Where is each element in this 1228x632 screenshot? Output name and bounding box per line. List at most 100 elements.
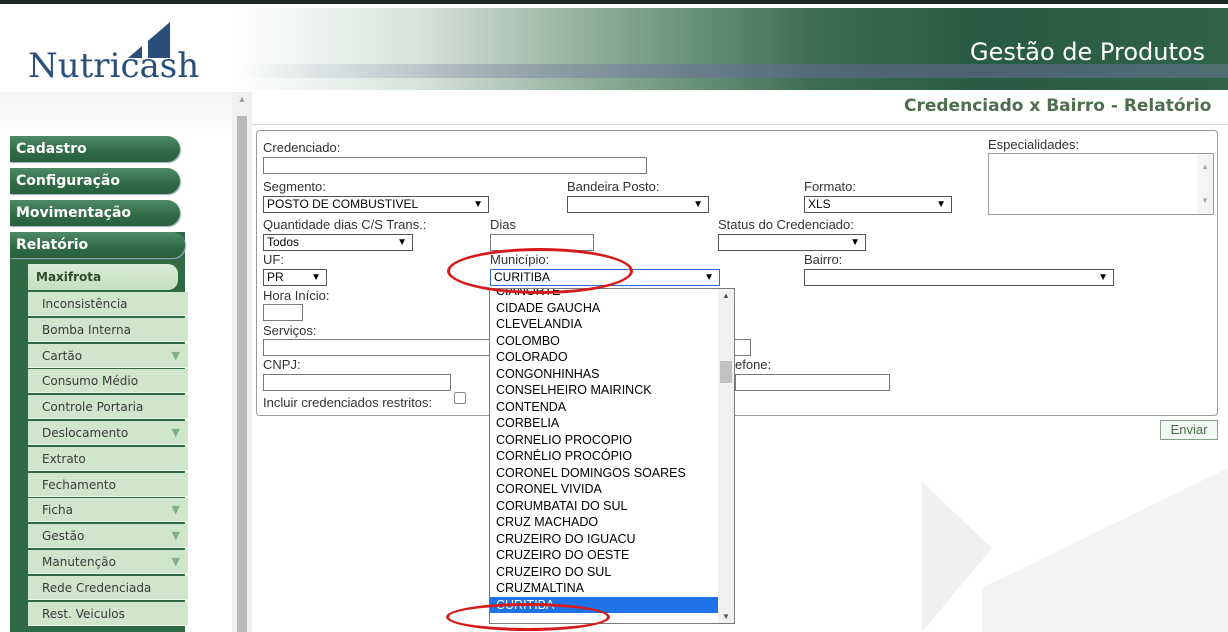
hora-inicio-label: Hora Início: xyxy=(263,288,330,303)
uf-select[interactable]: PR ▼ xyxy=(263,269,327,286)
expand-arrow-icon: ▼ xyxy=(171,348,180,362)
incluir-restritos-checkbox[interactable] xyxy=(454,392,466,404)
dropdown-option[interactable]: CRUZ MACHADO xyxy=(490,514,719,531)
submenu-items: Inconsistência Bomba Interna Cartão ▼ Con… xyxy=(28,292,188,627)
menu-movimentacao[interactable]: Movimentação xyxy=(10,200,180,226)
submenu-maxifrota[interactable]: Maxifrota xyxy=(28,264,178,290)
dropdown-option[interactable]: CORNELIO PROCOPIO xyxy=(490,432,719,449)
chevron-down-icon: ▼ xyxy=(473,199,483,210)
scroll-down-arrow-icon[interactable]: ▼ xyxy=(722,612,730,621)
scrollbar-thumb[interactable] xyxy=(237,116,247,632)
bairro-select[interactable]: ▼ xyxy=(804,269,1114,286)
chevron-down-icon: ▼ xyxy=(397,237,407,248)
dropdown-option[interactable]: CORNÉLIO PROCÓPIO xyxy=(490,448,719,465)
sidebar-item-bomba-interna[interactable]: Bomba Interna xyxy=(28,317,188,342)
dropdown-option[interactable]: CONSELHEIRO MAIRINCK xyxy=(490,382,719,399)
expand-arrow-icon: ▼ xyxy=(171,529,180,543)
hora-inicio-input[interactable] xyxy=(263,304,303,321)
formato-selected-value: XLS xyxy=(808,197,831,211)
municipio-dropdown-list[interactable]: CIANORTE CIDADE GAUCHA CLEVELANDIA COLOMBO C… xyxy=(489,288,735,624)
segmento-selected-value: POSTO DE COMBUSTIVEL xyxy=(267,197,419,211)
dropdown-option[interactable]: CRUZEIRO DO IGUACU xyxy=(490,531,719,548)
status-credenciado-label: Status do Credenciado: xyxy=(718,217,854,232)
scroll-down-arrow-icon[interactable]: ▼ xyxy=(1201,196,1209,205)
segmento-select[interactable]: POSTO DE COMBUSTIVEL ▼ xyxy=(263,196,489,213)
sidebar-item-rest-veiculos[interactable]: Rest. Veiculos xyxy=(28,601,188,626)
dropdown-option[interactable]: CORONEL DOMINGOS SOARES xyxy=(490,465,719,482)
sidebar-item-fechamento[interactable]: Fechamento xyxy=(28,472,188,497)
sidebar-item-label: Inconsistência xyxy=(42,297,128,311)
chevron-down-icon: ▼ xyxy=(693,199,703,210)
formato-label: Formato: xyxy=(804,179,857,194)
credenciado-label: Credenciado: xyxy=(263,140,341,155)
menu-cadastro[interactable]: Cadastro xyxy=(10,136,180,162)
page-title: Credenciado x Bairro - Relatório xyxy=(904,96,1212,116)
dropdown-option[interactable]: CORUMBATAI DO SUL xyxy=(490,498,719,515)
sidebar-item-label: Consumo Médio xyxy=(42,374,139,389)
status-credenciado-select[interactable]: ▼ xyxy=(718,234,866,251)
sidebar-item-manutencao[interactable]: Manutenção ▼ xyxy=(28,549,188,574)
dropdown-option[interactable]: CLEVELANDIA xyxy=(490,316,719,333)
especialidades-listbox[interactable]: ▲ ▼ xyxy=(988,153,1214,215)
banner-title: Gestão de Produtos xyxy=(970,38,1206,66)
dropdown-option[interactable]: CIDADE GAUCHA xyxy=(490,300,719,317)
dropdown-option[interactable]: CRUZEIRO DO OESTE xyxy=(490,547,719,564)
dropdown-option[interactable]: COLOMBO xyxy=(490,333,719,350)
sidebar-item-label: Gestão xyxy=(42,529,85,544)
cnpj-input[interactable] xyxy=(263,374,451,391)
dropdown-scrollbar[interactable]: ▲ ▼ xyxy=(718,289,734,623)
menu-relatorio[interactable]: Relatório xyxy=(10,232,185,258)
servicos-label: Serviços: xyxy=(263,323,317,338)
top-border xyxy=(0,0,1228,4)
dias-label: Dias xyxy=(490,217,517,232)
scroll-up-arrow-icon[interactable]: ▲ xyxy=(232,94,252,110)
sidebar-item-label: Rede Credenciada xyxy=(42,580,152,595)
uf-selected-value: PR xyxy=(267,270,284,284)
sidebar-item-label: Bomba Interna xyxy=(42,322,131,337)
chevron-down-icon: ▼ xyxy=(936,199,946,210)
dropdown-scroll-thumb[interactable] xyxy=(720,361,732,383)
uf-label: UF: xyxy=(263,252,284,267)
sidebar-item-inconsistencia[interactable]: Inconsistência xyxy=(28,292,188,316)
dropdown-option[interactable]: COLORADO xyxy=(490,349,719,366)
sidebar-item-label: Extrato xyxy=(42,451,86,466)
quantidade-dias-select[interactable]: Todos ▼ xyxy=(263,234,413,251)
dropdown-option[interactable]: CORBELIA xyxy=(490,415,719,432)
sidebar-item-rede-credenciada[interactable]: Rede Credenciada xyxy=(28,575,188,600)
logo-text: Nutricash xyxy=(28,46,200,86)
sidebar-item-consumo-medio[interactable]: Consumo Médio xyxy=(28,369,188,394)
quantidade-dias-label: Quantidade dias C/S Trans.: xyxy=(263,217,427,232)
sidebar-item-gestao[interactable]: Gestão ▼ xyxy=(28,524,188,549)
sidebar-item-extrato[interactable]: Extrato xyxy=(28,446,188,471)
nutricash-logo: Nutricash xyxy=(28,22,208,92)
scroll-up-arrow-icon[interactable]: ▲ xyxy=(1201,162,1209,171)
dropdown-option[interactable]: CRUZMALTINA xyxy=(490,580,719,597)
sidebar-item-label: Fechamento xyxy=(42,477,116,492)
telefone-input[interactable] xyxy=(735,374,890,391)
sidebar-item-label: Manutenção xyxy=(42,554,116,569)
dropdown-option[interactable]: CONTENDA xyxy=(490,399,719,416)
formato-select[interactable]: XLS ▼ xyxy=(804,196,952,213)
dropdown-option[interactable]: CONGONHINHAS xyxy=(490,366,719,383)
expand-arrow-icon: ▼ xyxy=(171,425,180,439)
sidebar-item-cartao[interactable]: Cartão ▼ xyxy=(28,343,188,368)
annotation-ellipse-municipio xyxy=(447,248,633,294)
annotation-ellipse-curitiba xyxy=(446,603,610,631)
bairro-label: Bairro: xyxy=(804,252,843,267)
dropdown-option[interactable]: CORONEL VIVIDA xyxy=(490,481,719,498)
credenciado-input[interactable] xyxy=(263,157,647,174)
bandeira-posto-select[interactable]: ▼ xyxy=(567,196,709,213)
dropdown-option[interactable]: CRUZEIRO DO SUL xyxy=(490,564,719,581)
sidebar-top-fade xyxy=(0,92,232,132)
segmento-label: Segmento: xyxy=(263,179,326,194)
especialidades-scrollbar[interactable]: ▲ ▼ xyxy=(1197,154,1213,214)
bandeira-posto-label: Bandeira Posto: xyxy=(567,179,660,194)
sidebar-item-ficha[interactable]: Ficha ▼ xyxy=(28,498,188,523)
scroll-up-arrow-icon[interactable]: ▲ xyxy=(722,291,730,300)
sidebar-item-label: Rest. Veiculos xyxy=(42,606,125,621)
sidebar-item-controle-portaria[interactable]: Controle Portaria xyxy=(28,395,188,420)
menu-configuracao[interactable]: Configuração xyxy=(10,168,180,194)
enviar-button[interactable]: Enviar xyxy=(1160,420,1218,440)
sidebar-item-deslocamento[interactable]: Deslocamento ▼ xyxy=(28,420,188,445)
telefone-label: efone: xyxy=(735,357,772,372)
